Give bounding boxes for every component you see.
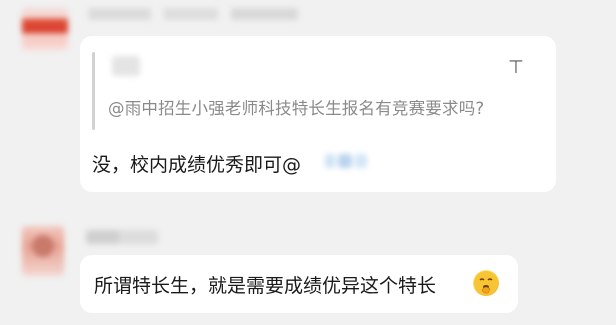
quoted-message-text: @雨中招生小强老师科技特长生报名有竞赛要求吗?	[108, 99, 485, 118]
sender-name-redacted	[88, 8, 298, 20]
reply-text: 没，校内成绩优秀即可@	[92, 154, 302, 176]
collapse-icon[interactable]: ⊤	[506, 57, 526, 78]
quote-bar	[92, 52, 95, 130]
sender-avatar[interactable]	[22, 226, 64, 276]
sender-avatar[interactable]	[22, 8, 68, 50]
message-text: 所谓特长生，就是需要成绩优异这个特长	[94, 275, 437, 297]
thinking-emoji-icon	[473, 270, 499, 296]
quote-author-redacted	[112, 56, 140, 76]
mention-redacted[interactable]	[325, 150, 375, 172]
sender-name-redacted	[86, 230, 158, 244]
